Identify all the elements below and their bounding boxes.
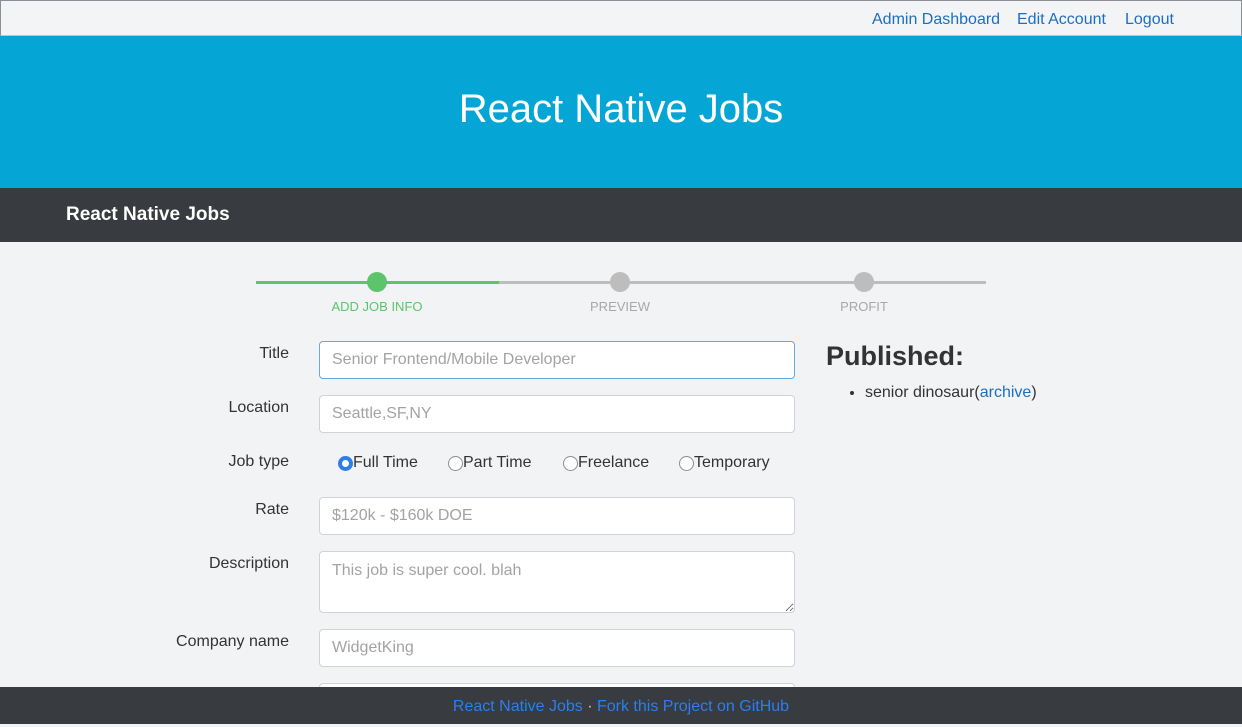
- brand-link[interactable]: React Native Jobs: [66, 204, 230, 226]
- step-label-profit: PROFIT: [840, 299, 888, 314]
- hero-title: React Native Jobs: [458, 87, 784, 131]
- edit-account-link[interactable]: Edit Account: [1017, 10, 1106, 30]
- footer-home-link[interactable]: React Native Jobs: [453, 698, 583, 715]
- radio-label: Full Time: [353, 454, 418, 471]
- admin-dashboard-link[interactable]: Admin Dashboard: [872, 10, 1000, 30]
- radio-unchecked-icon[interactable]: [448, 456, 463, 471]
- brand-navbar: React Native Jobs: [0, 188, 1242, 242]
- title-label: Title: [259, 345, 289, 362]
- footer: React Native Jobs · Fork this Project on…: [0, 687, 1242, 724]
- hero-banner: React Native Jobs: [0, 36, 1242, 188]
- radio-unchecked-icon[interactable]: [679, 456, 694, 471]
- step-dot-profit: [854, 272, 874, 292]
- progress-stepper: ADD JOB INFO PREVIEW PROFIT: [256, 270, 986, 320]
- paren-close: ): [1031, 384, 1037, 401]
- rate-label: Rate: [255, 501, 289, 518]
- published-item-name: senior dinosaur: [865, 384, 975, 401]
- description-textarea[interactable]: [319, 551, 795, 613]
- radio-checked-icon[interactable]: [338, 456, 353, 471]
- step-line-pending: [499, 281, 986, 284]
- company-name-input[interactable]: [319, 629, 795, 667]
- archive-link[interactable]: archive: [980, 384, 1032, 401]
- rate-input[interactable]: [319, 497, 795, 535]
- logout-link[interactable]: Logout: [1125, 10, 1174, 30]
- step-label-add-job-info: ADD JOB INFO: [331, 299, 423, 314]
- step-dot-add-job-info: [367, 272, 387, 292]
- radio-unchecked-icon[interactable]: [563, 456, 578, 471]
- top-nav: Admin Dashboard Edit Account Logout: [0, 0, 1242, 36]
- published-list: senior dinosaur(archive): [826, 382, 1206, 404]
- published-heading: Published:: [826, 341, 965, 371]
- job-type-label: Job type: [228, 453, 289, 470]
- company-name-label: Company name: [176, 633, 289, 650]
- footer-github-link[interactable]: Fork this Project on GitHub: [597, 698, 789, 715]
- location-label: Location: [228, 399, 290, 416]
- step-dot-preview: [610, 272, 630, 292]
- step-label-preview: PREVIEW: [590, 299, 650, 314]
- title-input[interactable]: [319, 341, 795, 379]
- radio-label: Freelance: [578, 454, 650, 471]
- published-panel: Published: senior dinosaur(archive): [826, 338, 1206, 404]
- footer-separator: ·: [582, 698, 597, 715]
- location-input[interactable]: [319, 395, 795, 433]
- published-item: senior dinosaur(archive): [865, 382, 1206, 404]
- radio-label: Temporary: [694, 454, 770, 471]
- description-label: Description: [208, 555, 289, 572]
- radio-label: Part Time: [463, 454, 532, 471]
